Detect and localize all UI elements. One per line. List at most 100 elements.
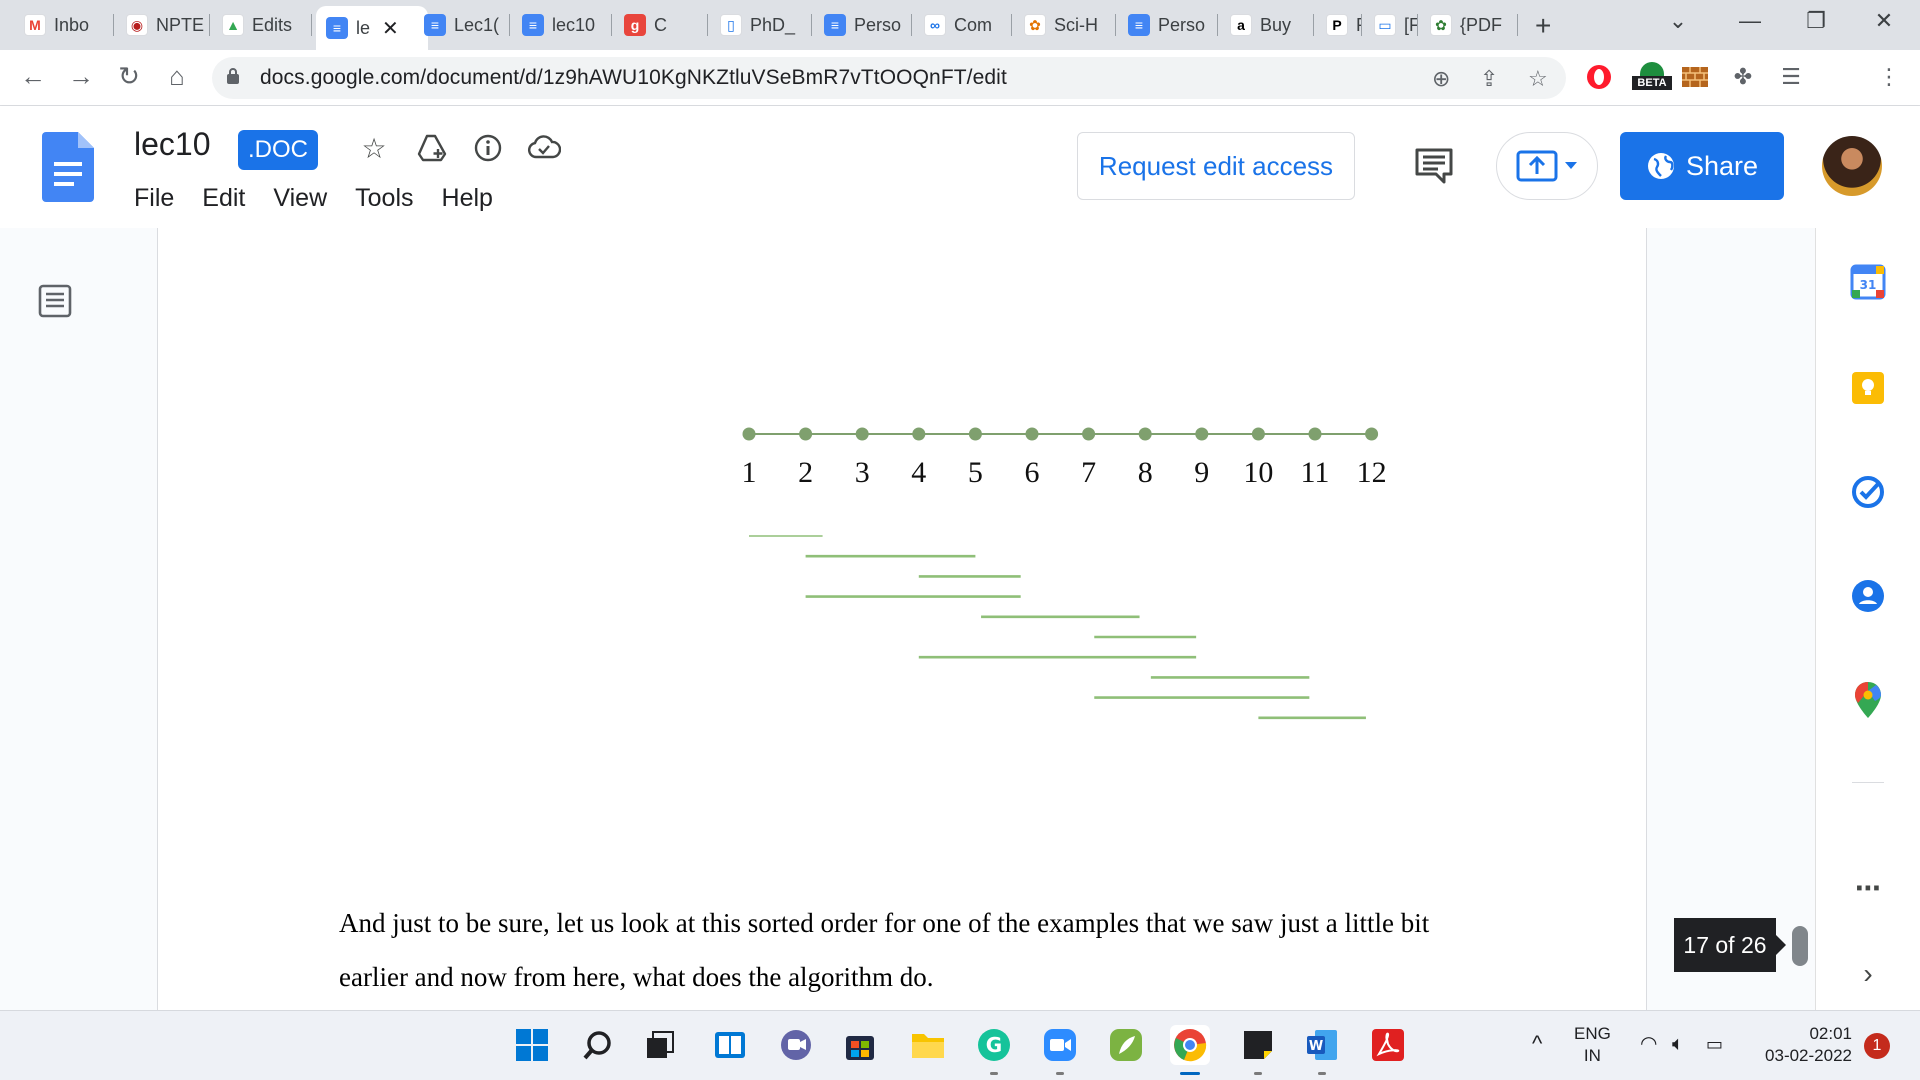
- request-edit-access-button[interactable]: Request edit access: [1077, 132, 1355, 200]
- tab-title: Perso: [854, 14, 902, 35]
- chat-icon[interactable]: [776, 1025, 816, 1065]
- browser-tab[interactable]: M Inbo: [14, 8, 114, 42]
- beta-extension-icon[interactable]: BETA: [1632, 62, 1672, 92]
- comment-history-icon[interactable]: [1414, 146, 1454, 186]
- info-icon[interactable]: [470, 130, 506, 166]
- store-icon[interactable]: [840, 1025, 880, 1065]
- body-paragraph: And just to be sure, let us look at this…: [339, 908, 1430, 992]
- tab-search-icon[interactable]: ⌄: [1658, 8, 1698, 34]
- home-icon[interactable]: ⌂: [160, 61, 194, 92]
- lock-icon: [227, 68, 239, 84]
- windows-start-icon[interactable]: [512, 1025, 552, 1065]
- task-view-icon[interactable]: [640, 1025, 680, 1065]
- brick-extension-icon[interactable]: [1680, 62, 1710, 92]
- star-icon[interactable]: ☆: [356, 130, 392, 166]
- google-docs-logo[interactable]: [42, 132, 94, 202]
- browser-tab[interactable]: ≡ Lec1(: [414, 8, 510, 42]
- forward-icon[interactable]: →: [64, 61, 98, 92]
- share-button[interactable]: Share: [1620, 132, 1784, 200]
- back-icon[interactable]: ←: [16, 61, 50, 92]
- document-page[interactable]: 1 2 3 4 5 6 7 8 9 10 11 12 And just to be sure, let…: [157, 228, 1647, 1010]
- browser-tab[interactable]: ✿ {PDF: [1420, 8, 1518, 42]
- menu-tools[interactable]: Tools: [355, 184, 413, 213]
- browser-tab[interactable]: ▭ [F: [1364, 8, 1418, 42]
- clock-time: 02:01: [1809, 1024, 1852, 1043]
- new-tab-button[interactable]: +: [1535, 10, 1551, 42]
- docs-icon: ≡: [326, 17, 348, 39]
- tab-title: P: [1356, 15, 1362, 36]
- menu-bar: File Edit View Tools Help: [134, 184, 521, 213]
- tasks-icon[interactable]: [1848, 472, 1888, 512]
- volume-icon[interactable]: 🔈︎: [1672, 1033, 1684, 1055]
- wifi-icon[interactable]: ◠: [1640, 1033, 1657, 1055]
- keep-icon[interactable]: [1848, 368, 1888, 408]
- file-icon: ▯: [720, 14, 742, 36]
- menu-file[interactable]: File: [134, 184, 174, 213]
- browser-tab[interactable]: ◉ NPTE: [116, 8, 210, 42]
- browser-tab[interactable]: ✿ Sci-H: [1014, 8, 1116, 42]
- timeline-label: 6: [1025, 456, 1040, 489]
- browser-tab[interactable]: ≡ lec10: [512, 8, 612, 42]
- browser-tab[interactable]: ≡ le ✕: [316, 6, 428, 50]
- browser-tab[interactable]: gC: [614, 8, 708, 42]
- close-window-icon[interactable]: ✕: [1864, 8, 1904, 34]
- menu-help[interactable]: Help: [442, 184, 493, 213]
- account-avatar[interactable]: [1822, 136, 1882, 196]
- browser-toolbar: ← → ↻ ⌂ docs.google.com/document/d/1z9hA…: [0, 50, 1920, 146]
- reload-icon[interactable]: ↻: [112, 61, 146, 92]
- browser-tab[interactable]: ▲ Edits: [212, 8, 312, 42]
- browser-tab[interactable]: ≡ Perso: [1118, 8, 1218, 42]
- clock[interactable]: 02:01 03-02-2022: [1752, 1023, 1852, 1067]
- windows-taskbar: G W ^ ENG IN ◠ 🔈︎ ▭ 02:01 03-02-2022: [0, 1010, 1920, 1080]
- extensions-puzzle-icon[interactable]: ✤: [1728, 62, 1758, 92]
- menu-edit[interactable]: Edit: [202, 184, 245, 213]
- move-to-drive-icon[interactable]: [414, 130, 450, 166]
- running-indicator: [1180, 1072, 1200, 1075]
- show-hidden-icons[interactable]: ^: [1532, 1033, 1542, 1055]
- more-addons-icon[interactable]: ⋯: [1848, 868, 1888, 908]
- file-explorer-icon[interactable]: [908, 1025, 948, 1065]
- search-icon[interactable]: [578, 1025, 618, 1065]
- browser-tab[interactable]: ▯ PhD_: [710, 8, 812, 42]
- document-outline-icon[interactable]: [38, 284, 72, 318]
- grammarly-icon[interactable]: G: [974, 1025, 1014, 1075]
- close-tab-icon[interactable]: ✕: [382, 16, 399, 41]
- browser-tab[interactable]: a Buy: [1220, 8, 1314, 42]
- share-page-icon[interactable]: ⇪: [1480, 66, 1498, 92]
- timeline-label: 1: [742, 456, 757, 489]
- opera-extension-icon[interactable]: [1584, 62, 1614, 92]
- calendar-icon[interactable]: 31: [1848, 262, 1888, 302]
- present-icon: [1516, 150, 1558, 182]
- present-button[interactable]: [1496, 132, 1598, 200]
- browser-tab[interactable]: ∞ Com: [914, 8, 1012, 42]
- scrollbar-thumb[interactable]: [1792, 926, 1808, 966]
- browser-tab[interactable]: PP: [1316, 8, 1362, 42]
- widgets-icon[interactable]: [710, 1025, 750, 1065]
- notification-badge[interactable]: 1: [1864, 1033, 1890, 1059]
- browser-tab[interactable]: ≡ Perso: [814, 8, 912, 42]
- timeline-label: 11: [1301, 456, 1330, 489]
- zoom-icon[interactable]: ⊕: [1432, 66, 1450, 92]
- cloud-status-icon[interactable]: [526, 130, 562, 166]
- acrobat-icon[interactable]: [1368, 1025, 1408, 1065]
- document-title[interactable]: lec10: [134, 126, 211, 163]
- expand-panel-icon[interactable]: ›: [1848, 954, 1888, 994]
- battery-icon[interactable]: ▭: [1706, 1033, 1723, 1055]
- sticky-notes-icon[interactable]: [1238, 1025, 1278, 1075]
- zoom-icon[interactable]: [1040, 1025, 1080, 1075]
- word-icon[interactable]: W: [1302, 1025, 1342, 1075]
- language-indicator[interactable]: ENG IN: [1574, 1023, 1611, 1067]
- maps-icon[interactable]: [1848, 680, 1888, 720]
- tab-title: {PDF: [1460, 14, 1503, 35]
- bookmark-star-icon[interactable]: ☆: [1528, 66, 1548, 92]
- minimize-icon[interactable]: —: [1730, 8, 1770, 34]
- restore-icon[interactable]: ❐: [1796, 8, 1836, 34]
- reading-list-icon[interactable]: ☰: [1776, 62, 1806, 92]
- menu-view[interactable]: View: [273, 184, 327, 213]
- address-bar[interactable]: docs.google.com/document/d/1z9hAWU10KgNK…: [212, 57, 1566, 99]
- contacts-icon[interactable]: [1848, 576, 1888, 616]
- chrome-menu-icon[interactable]: ⋮: [1874, 62, 1904, 92]
- chrome-icon[interactable]: [1170, 1025, 1210, 1075]
- feather-icon[interactable]: [1106, 1025, 1146, 1065]
- timeline-point: [912, 427, 926, 441]
